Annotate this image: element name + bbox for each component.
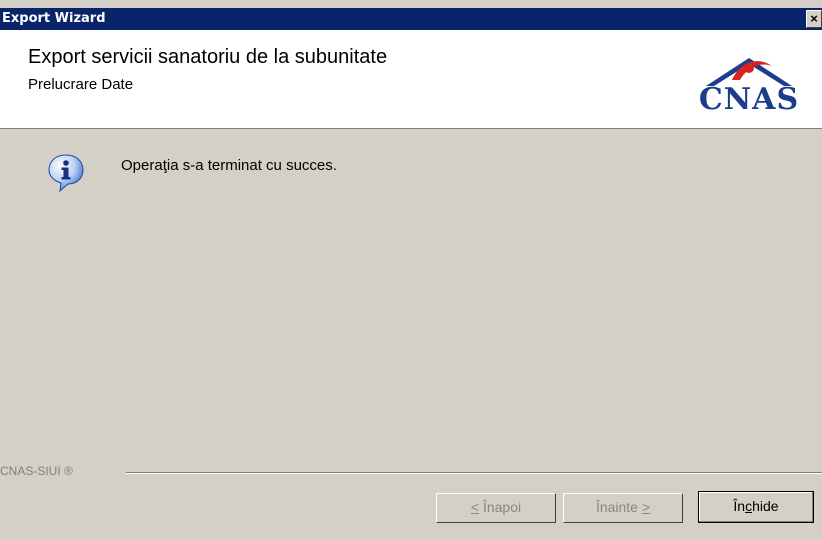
logo-text: CNAS (698, 82, 800, 117)
footer-divider (126, 472, 822, 474)
next-label: Înainte (595, 499, 642, 515)
export-wizard-window: Export Wizard × Export servicii sanatori… (0, 0, 822, 540)
info-icon (46, 152, 86, 193)
cnas-logo: CNAS (688, 52, 810, 120)
close-label-prefix: În (733, 498, 746, 514)
back-mnemonic: < (470, 499, 480, 515)
wizard-header: Export servicii sanatoriu de la subunita… (0, 30, 822, 129)
page-subtitle: Prelucrare Date (28, 76, 134, 93)
window-title: Export Wizard (2, 11, 106, 26)
back-button[interactable]: < Înapoi (436, 493, 556, 523)
title-bar[interactable]: Export Wizard × (0, 8, 822, 30)
close-label-rest: hide (752, 498, 779, 514)
footer-label: CNAS-SIUI ® (0, 464, 73, 478)
page-title: Export servicii sanatoriu de la subunita… (28, 46, 388, 68)
next-button[interactable]: Înainte > (563, 493, 683, 523)
close-window-button[interactable]: × (806, 10, 822, 28)
next-mnemonic: > (641, 499, 651, 515)
back-label: Înapoi (479, 499, 522, 515)
status-message: Operaţia s-a terminat cu succes. (121, 157, 337, 174)
close-button[interactable]: Închide (698, 491, 814, 523)
